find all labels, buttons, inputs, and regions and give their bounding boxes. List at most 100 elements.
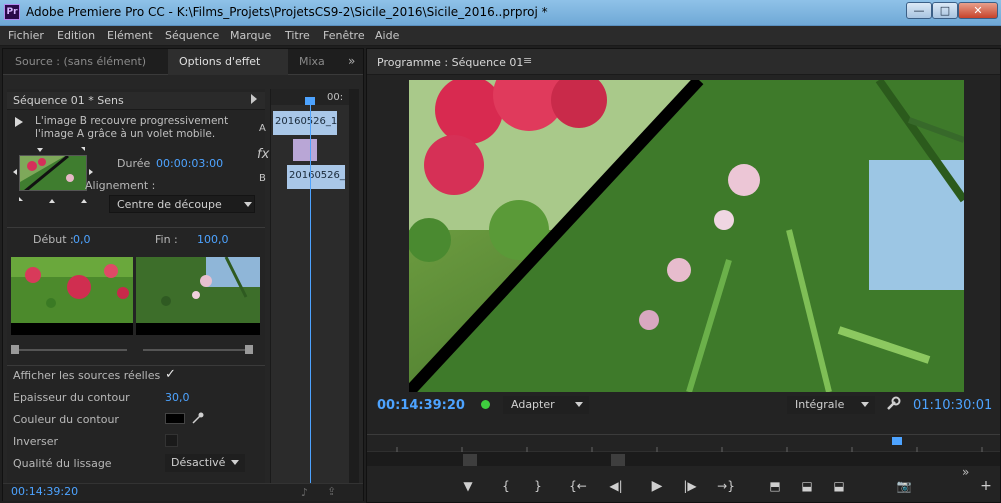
zoom-scroll-bar[interactable] (367, 452, 1000, 466)
step-forward-button[interactable]: |▶ (679, 478, 701, 494)
fin-value[interactable]: 100,0 (197, 233, 229, 246)
status-timecode[interactable]: 00:14:39:20 (11, 485, 78, 498)
insert-button[interactable]: ⬒ (761, 478, 789, 494)
tab-mixage[interactable]: Mixa (299, 55, 325, 68)
vertical-scrollbar[interactable] (349, 89, 359, 489)
lift-button[interactable]: ⬓ (793, 478, 821, 494)
effect-mini-timeline: 00: A 20160526_1 fx B 20160526_ (257, 89, 359, 489)
playhead-line[interactable] (310, 105, 311, 489)
arrow-right-icon[interactable] (89, 169, 93, 175)
fit-dropdown[interactable]: Adapter (503, 396, 589, 414)
arrow-top-icon[interactable] (37, 148, 43, 152)
wrench-icon[interactable] (885, 396, 901, 412)
window-title: Adobe Premiere Pro CC - K:\Films_Projets… (26, 5, 548, 19)
start-slider-handle[interactable] (11, 345, 19, 354)
close-button[interactable]: ✕ (958, 2, 998, 19)
arrow-bottom-left-icon[interactable] (19, 197, 23, 201)
epaisseur-value[interactable]: 30,0 (165, 391, 190, 404)
maximize-button[interactable]: □ (932, 2, 958, 19)
alignement-value: Centre de découpe (117, 198, 222, 211)
menu-fichier[interactable]: Fichier (8, 29, 44, 42)
tab-options-effet[interactable]: Options d'effet (179, 55, 260, 68)
end-slider-track[interactable] (143, 349, 251, 351)
menu-bar: Fichier Edition Elément Séquence Marque … (0, 26, 1001, 46)
mini-timeline-time: 00: (327, 92, 344, 103)
go-to-out-button[interactable]: →} (715, 478, 737, 494)
export-icon[interactable]: ⇪ (327, 485, 336, 498)
export-frame-button[interactable]: 📷 (893, 478, 915, 494)
audio-icon[interactable]: ♪ (301, 486, 308, 499)
program-title[interactable]: Programme : Séquence 01 (377, 56, 523, 69)
afficher-sources-checkbox[interactable]: ✓ (165, 367, 176, 382)
zoom-handle-left[interactable] (463, 454, 477, 466)
chevron-down-icon (861, 402, 869, 407)
track-a-label: A (259, 123, 266, 134)
program-time-ruler[interactable] (367, 434, 1000, 453)
program-video-frame[interactable] (409, 80, 964, 392)
inverser-checkbox[interactable] (165, 434, 178, 447)
debut-value[interactable]: 0,0 (73, 233, 91, 246)
duration-timecode: 01:10:30:01 (913, 398, 993, 413)
mark-out-button[interactable]: } (527, 478, 549, 494)
alignement-label: Alignement : (85, 179, 156, 192)
tab-source[interactable]: Source : (sans élément) (15, 55, 146, 68)
color-swatch[interactable] (165, 413, 185, 424)
arrow-bottom-icon[interactable] (49, 199, 55, 203)
qualite-dropdown[interactable]: Désactivé (165, 454, 245, 472)
premiere-logo-icon: Pr (4, 4, 20, 20)
chevron-down-icon (244, 202, 252, 207)
tab-overflow-icon[interactable]: » (348, 54, 355, 68)
chevron-down-icon (231, 460, 239, 465)
arrow-bottom-right-icon[interactable] (81, 199, 87, 203)
mark-in-button[interactable]: { (495, 478, 517, 494)
fit-value: Adapter (511, 398, 555, 411)
resolution-dropdown[interactable]: Intégrale (787, 396, 875, 414)
debut-label: Début : (33, 233, 74, 246)
arrow-top-right-icon[interactable] (81, 147, 85, 151)
effect-controls-panel: Source : (sans élément) Options d'effet … (2, 48, 364, 501)
program-monitor-panel: Programme : Séquence 01 ≡ 00:14:39:20 Ad… (366, 48, 1001, 503)
menu-marque[interactable]: Marque (230, 29, 271, 42)
menu-edition[interactable]: Edition (57, 29, 95, 42)
menu-fenetre[interactable]: Fenêtre (323, 29, 365, 42)
overwrite-button[interactable]: ⬓ (825, 478, 853, 494)
playhead-marker-icon[interactable] (305, 97, 315, 105)
arrow-left-icon[interactable] (13, 169, 17, 175)
qualite-label: Qualité du lissage (13, 457, 112, 470)
alignement-dropdown[interactable]: Centre de découpe (109, 195, 255, 213)
mini-timeline-ruler[interactable] (271, 89, 359, 105)
add-marker-button[interactable]: ▼ (457, 478, 479, 494)
menu-sequence[interactable]: Séquence (165, 29, 219, 42)
title-bar: Pr Adobe Premiere Pro CC - K:\Films_Proj… (0, 0, 1001, 26)
status-indicator-icon (481, 400, 490, 409)
clip-b[interactable]: 20160526_ (287, 165, 345, 189)
eyedropper-icon[interactable] (191, 411, 205, 425)
start-slider-track[interactable] (15, 349, 127, 351)
step-back-button[interactable]: ◀| (605, 478, 627, 494)
zoom-handle-right[interactable] (611, 454, 625, 466)
play-button[interactable]: ▶ (643, 478, 671, 494)
menu-element[interactable]: Elément (107, 29, 153, 42)
minimize-button[interactable]: — (906, 2, 932, 19)
overflow-icon[interactable]: » (962, 465, 969, 479)
preview-play-icon[interactable] (15, 117, 23, 127)
divider (7, 365, 265, 366)
qualite-value: Désactivé (171, 456, 226, 469)
program-playhead-icon[interactable] (892, 437, 902, 445)
panel-menu-icon[interactable]: ≡ (523, 54, 532, 67)
duree-value[interactable]: 00:00:03:00 (156, 157, 223, 170)
current-timecode[interactable]: 00:14:39:20 (377, 398, 465, 413)
transition-thumbnail (19, 155, 87, 191)
expand-arrow-icon[interactable] (251, 94, 257, 104)
menu-aide[interactable]: Aide (375, 29, 399, 42)
inverser-label: Inverser (13, 435, 59, 448)
transition-clip[interactable] (293, 139, 317, 161)
menu-titre[interactable]: Titre (285, 29, 310, 42)
fin-label: Fin : (155, 233, 178, 246)
add-button[interactable]: + (975, 478, 997, 494)
clip-a[interactable]: 20160526_1 (273, 111, 337, 135)
left-tab-bar: Source : (sans élément) Options d'effet … (3, 49, 363, 75)
go-to-in-button[interactable]: {← (567, 478, 589, 494)
end-slider-handle[interactable] (245, 345, 253, 354)
video-image (409, 80, 964, 392)
